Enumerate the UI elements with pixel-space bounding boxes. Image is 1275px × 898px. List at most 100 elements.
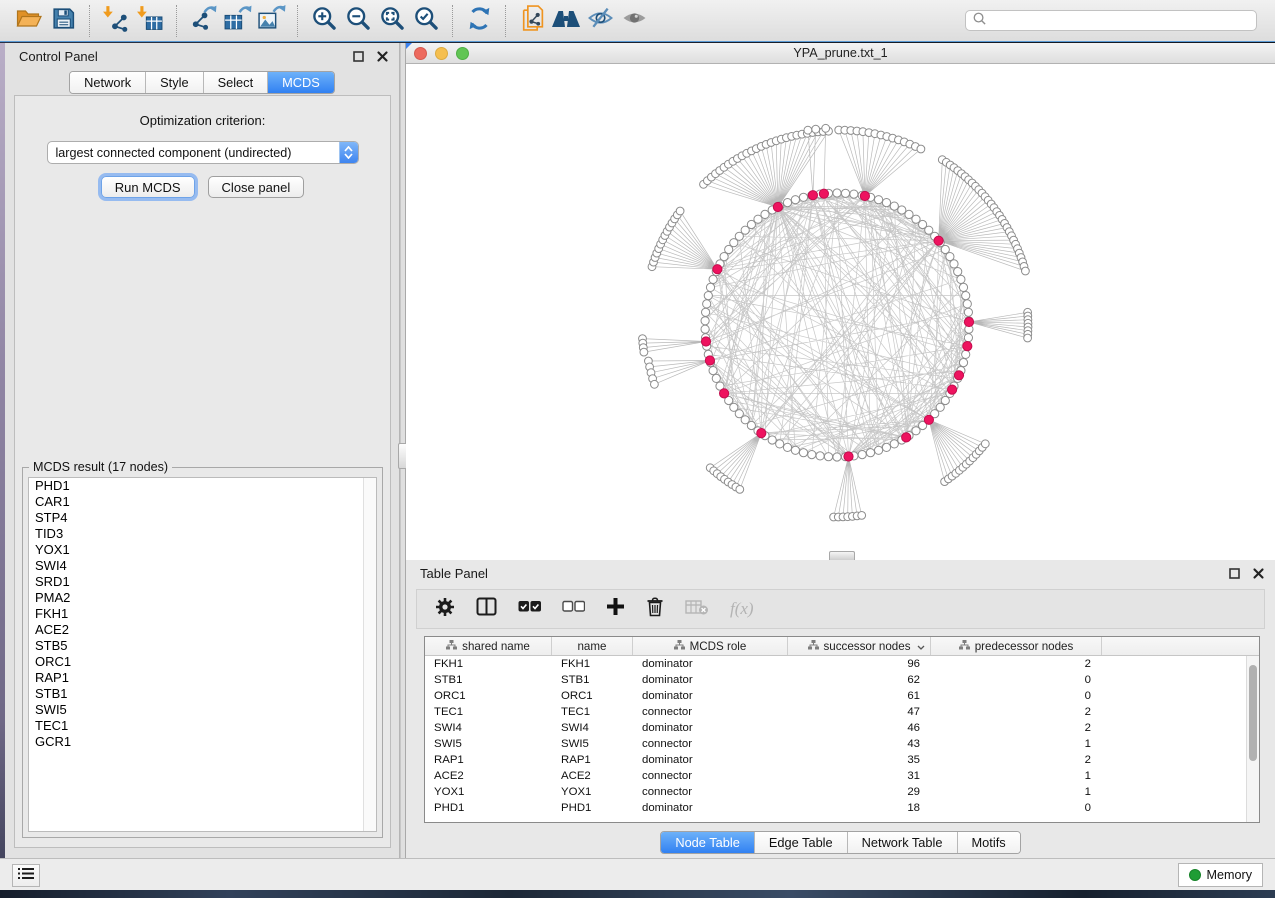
- tab-node-table[interactable]: Node Table: [661, 832, 755, 853]
- network-node[interactable]: [799, 193, 807, 201]
- table-row[interactable]: SWI4SWI4dominator462: [425, 720, 1246, 736]
- table-cell[interactable]: 0: [931, 802, 1102, 814]
- hide-elements-button[interactable]: [583, 4, 617, 38]
- column-header-MCDS-role[interactable]: MCDS role: [633, 637, 788, 655]
- table-cell[interactable]: 47: [788, 706, 931, 718]
- table-cell[interactable]: dominator: [633, 690, 788, 702]
- table-cell[interactable]: 18: [788, 802, 931, 814]
- export-image-button[interactable]: [254, 4, 288, 38]
- network-node[interactable]: [890, 202, 898, 210]
- table-cell[interactable]: FKH1: [425, 658, 552, 670]
- network-node[interactable]: [791, 446, 799, 454]
- network-hub-node[interactable]: [757, 429, 766, 438]
- network-node[interactable]: [962, 292, 970, 300]
- table-cell[interactable]: STB1: [425, 674, 552, 686]
- table-cell[interactable]: YOX1: [425, 786, 552, 798]
- network-leaf-node[interactable]: [981, 440, 989, 448]
- network-hub-node[interactable]: [934, 236, 943, 245]
- network-hub-node[interactable]: [948, 385, 957, 394]
- mcds-result-item[interactable]: SWI4: [29, 558, 376, 574]
- network-leaf-node[interactable]: [1024, 334, 1032, 342]
- network-node[interactable]: [841, 189, 849, 197]
- delete-column-button[interactable]: [646, 596, 664, 622]
- mcds-result-item[interactable]: GCR1: [29, 734, 376, 750]
- network-node[interactable]: [964, 334, 972, 342]
- network-node[interactable]: [962, 350, 970, 358]
- network-node[interactable]: [791, 196, 799, 204]
- network-hub-node[interactable]: [720, 389, 729, 398]
- network-node[interactable]: [701, 325, 709, 333]
- network-node[interactable]: [824, 453, 832, 461]
- show-columns-button[interactable]: [476, 596, 497, 622]
- table-cell[interactable]: 2: [931, 722, 1102, 734]
- table-cell[interactable]: 1: [931, 738, 1102, 750]
- float-panel-icon[interactable]: [351, 50, 365, 64]
- mcds-result-item[interactable]: PHD1: [29, 478, 376, 494]
- close-window-icon[interactable]: [414, 47, 427, 60]
- deselect-all-button[interactable]: [562, 596, 585, 622]
- table-cell[interactable]: TEC1: [425, 706, 552, 718]
- mcds-result-item[interactable]: ORC1: [29, 654, 376, 670]
- network-node[interactable]: [833, 453, 841, 461]
- network-node[interactable]: [858, 451, 866, 459]
- table-cell[interactable]: connector: [633, 786, 788, 798]
- tab-select[interactable]: Select: [204, 72, 269, 93]
- column-header-predecessor-nodes[interactable]: predecessor nodes: [931, 637, 1102, 655]
- table-cell[interactable]: RAP1: [552, 754, 633, 766]
- table-cell[interactable]: 2: [931, 706, 1102, 718]
- show-elements-button[interactable]: [617, 4, 651, 38]
- table-row[interactable]: FKH1FKH1dominator962: [425, 656, 1246, 672]
- network-node[interactable]: [783, 443, 791, 451]
- network-hub-node[interactable]: [701, 337, 710, 346]
- table-cell[interactable]: ORC1: [552, 690, 633, 702]
- refresh-button[interactable]: [462, 4, 496, 38]
- tab-style[interactable]: Style: [146, 72, 203, 93]
- table-cell[interactable]: TEC1: [552, 706, 633, 718]
- network-node[interactable]: [959, 283, 967, 291]
- table-cell[interactable]: SWI5: [425, 738, 552, 750]
- mcds-result-item[interactable]: CAR1: [29, 494, 376, 510]
- table-cell[interactable]: 1: [931, 770, 1102, 782]
- network-leaf-node[interactable]: [676, 207, 684, 215]
- mcds-list-scrollbar[interactable]: [363, 478, 376, 831]
- network-node[interactable]: [706, 283, 714, 291]
- table-row[interactable]: PHD1PHD1dominator180: [425, 800, 1246, 816]
- network-hub-node[interactable]: [773, 202, 782, 211]
- share-document-button[interactable]: [515, 4, 549, 38]
- network-node[interactable]: [709, 367, 717, 375]
- network-node[interactable]: [963, 300, 971, 308]
- table-row[interactable]: RAP1RAP1dominator352: [425, 752, 1246, 768]
- table-cell[interactable]: dominator: [633, 754, 788, 766]
- table-cell[interactable]: 31: [788, 770, 931, 782]
- table-cell[interactable]: 1: [931, 786, 1102, 798]
- network-hub-node[interactable]: [963, 342, 972, 351]
- table-cell[interactable]: 46: [788, 722, 931, 734]
- network-leaf-node[interactable]: [917, 145, 925, 153]
- mcds-result-item[interactable]: ACE2: [29, 622, 376, 638]
- network-hub-node[interactable]: [860, 191, 869, 200]
- table-cell[interactable]: RAP1: [425, 754, 552, 766]
- zoom-out-button[interactable]: [341, 4, 375, 38]
- network-node[interactable]: [712, 374, 720, 382]
- optimization-criterion-select[interactable]: largest connected component (undirected): [47, 141, 359, 164]
- table-cell[interactable]: SWI4: [552, 722, 633, 734]
- table-cell[interactable]: ACE2: [425, 770, 552, 782]
- table-cell[interactable]: 96: [788, 658, 931, 670]
- import-network-button[interactable]: [99, 4, 133, 38]
- column-header-successor-nodes[interactable]: successor nodes: [788, 637, 931, 655]
- mcds-result-item[interactable]: TID3: [29, 526, 376, 542]
- mcds-result-item[interactable]: RAP1: [29, 670, 376, 686]
- maximize-window-icon[interactable]: [456, 47, 469, 60]
- network-hub-node[interactable]: [844, 452, 853, 461]
- network-node[interactable]: [890, 440, 898, 448]
- close-panel-icon[interactable]: [1251, 567, 1265, 581]
- table-cell[interactable]: connector: [633, 738, 788, 750]
- network-hub-node[interactable]: [808, 191, 817, 200]
- network-node[interactable]: [783, 199, 791, 207]
- save-session-button[interactable]: [46, 4, 80, 38]
- network-node[interactable]: [950, 260, 958, 268]
- mcds-result-item[interactable]: PMA2: [29, 590, 376, 606]
- tab-edge-table[interactable]: Edge Table: [755, 832, 848, 853]
- add-column-button[interactable]: [606, 596, 625, 622]
- table-cell[interactable]: connector: [633, 706, 788, 718]
